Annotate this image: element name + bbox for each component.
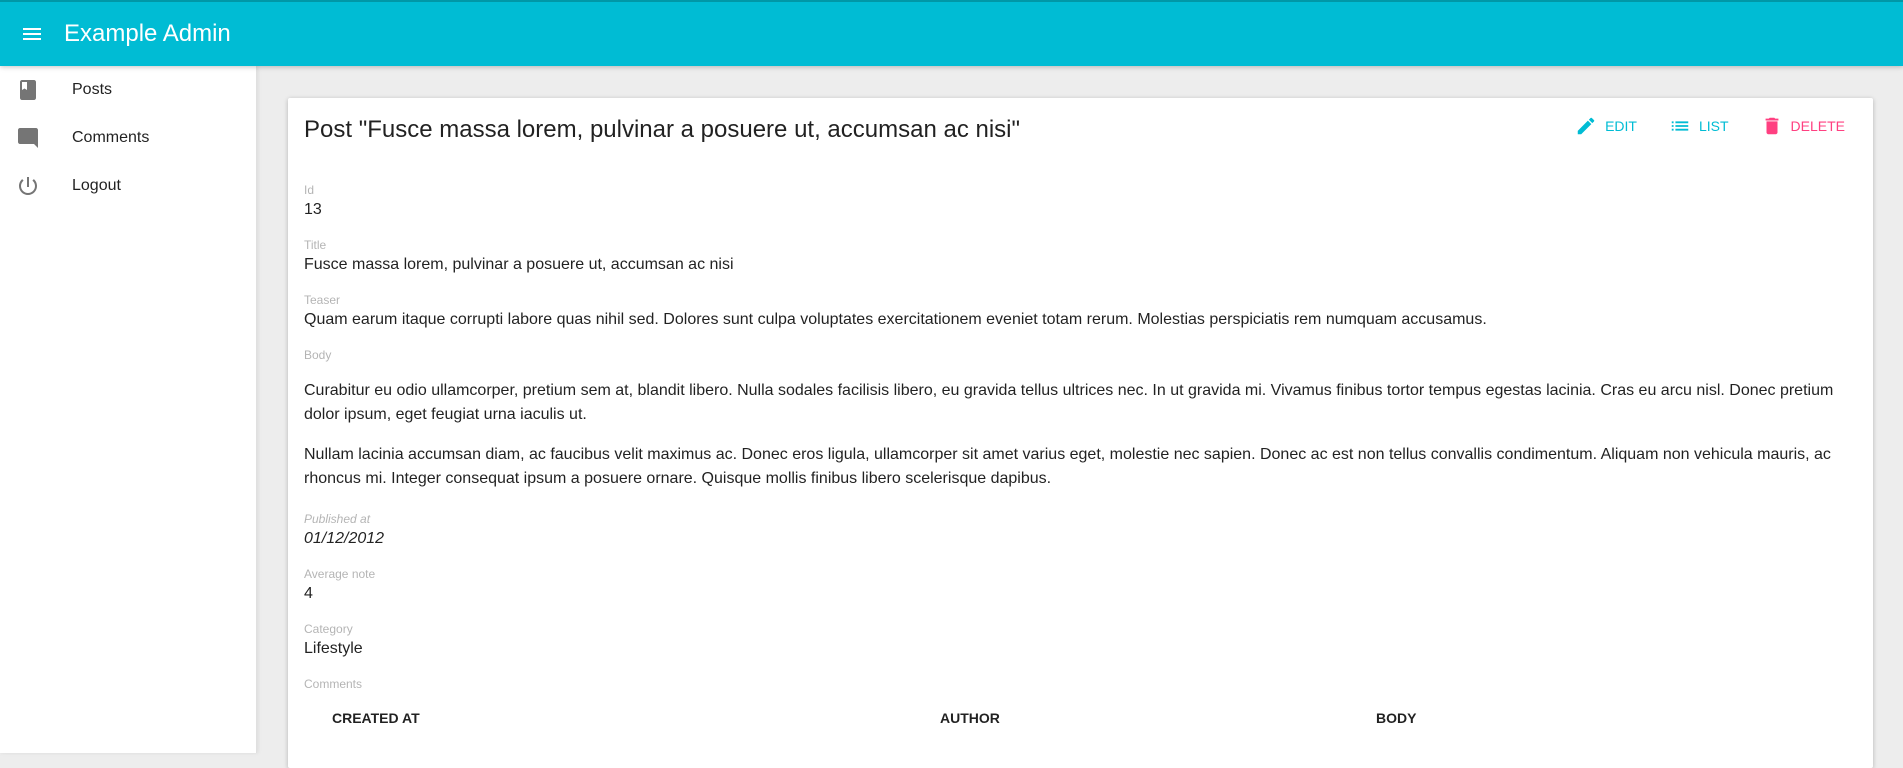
field-label: Id — [304, 183, 315, 197]
comments-table-header: CREATED AT AUTHOR BODY — [304, 706, 1854, 730]
card-actions: EDIT LIST DELETE — [1555, 108, 1857, 144]
page-title: Post "Fusce massa lorem, pulvinar a posu… — [304, 116, 1021, 143]
column-header-body[interactable]: BODY — [1348, 710, 1748, 726]
field-body: Body Curabitur eu odio ullamcorper, pret… — [304, 347, 1854, 491]
field-comments: Comments CREATED AT AUTHOR BODY — [304, 676, 1854, 730]
field-category: Category Lifestyle — [304, 621, 1854, 661]
sidebar-item-posts[interactable]: Posts — [0, 66, 256, 114]
fields: Id 13 Title Fusce massa lorem, pulvinar … — [304, 182, 1854, 745]
field-label: Teaser — [304, 293, 341, 307]
edit-icon — [1577, 117, 1595, 135]
list-button[interactable]: LIST — [1657, 108, 1741, 144]
menu-icon — [23, 28, 41, 40]
list-icon — [1671, 121, 1689, 131]
field-label: Published at — [304, 512, 371, 526]
delete-button-label: DELETE — [1790, 118, 1845, 134]
list-button-label: LIST — [1698, 118, 1729, 134]
body-paragraph: Nullam lacinia accumsan diam, ac faucibu… — [304, 446, 1831, 487]
field-value: Quam earum itaque corrupti labore quas n… — [304, 311, 1487, 328]
app-title: Example Admin — [64, 20, 231, 47]
column-header-author[interactable]: AUTHOR — [912, 710, 1348, 726]
edit-button[interactable]: EDIT — [1563, 108, 1649, 144]
field-value: 13 — [304, 201, 322, 218]
field-average-note: Average note 4 — [304, 566, 1854, 606]
field-label: Title — [304, 238, 327, 252]
sidebar-item-comments[interactable]: Comments — [0, 114, 256, 162]
book-icon — [0, 78, 72, 102]
field-value: 01/12/2012 — [304, 530, 385, 547]
field-teaser: Teaser Quam earum itaque corrupti labore… — [304, 292, 1854, 332]
sidebar: Posts Comments Logout — [0, 66, 257, 753]
field-label: Body — [304, 348, 332, 362]
column-header-created-at[interactable]: CREATED AT — [304, 710, 912, 726]
field-label: Category — [304, 622, 353, 636]
edit-button-label: EDIT — [1605, 118, 1637, 134]
menu-button[interactable] — [0, 2, 64, 66]
body-paragraph: Curabitur eu odio ullamcorper, pretium s… — [304, 382, 1834, 423]
delete-icon — [1765, 117, 1778, 135]
field-value: Fusce massa lorem, pulvinar a posuere ut… — [304, 256, 734, 273]
sidebar-item-logout[interactable]: Logout — [0, 162, 256, 210]
comment-icon — [0, 126, 72, 150]
field-value: 4 — [304, 585, 313, 602]
field-label: Comments — [304, 677, 363, 691]
sidebar-item-label: Posts — [72, 81, 113, 98]
sidebar-item-label: Logout — [72, 177, 121, 194]
show-card: Post "Fusce massa lorem, pulvinar a posu… — [288, 98, 1873, 768]
field-id: Id 13 — [304, 182, 1854, 222]
delete-button[interactable]: DELETE — [1749, 108, 1857, 144]
sidebar-item-label: Comments — [72, 129, 150, 146]
app-bar: Example Admin — [0, 0, 1903, 66]
power-icon — [0, 174, 72, 198]
field-published-at: Published at 01/12/2012 — [304, 511, 1854, 551]
field-title: Title Fusce massa lorem, pulvinar a posu… — [304, 237, 1854, 277]
field-label: Average note — [304, 567, 376, 581]
field-value: Lifestyle — [304, 640, 363, 657]
